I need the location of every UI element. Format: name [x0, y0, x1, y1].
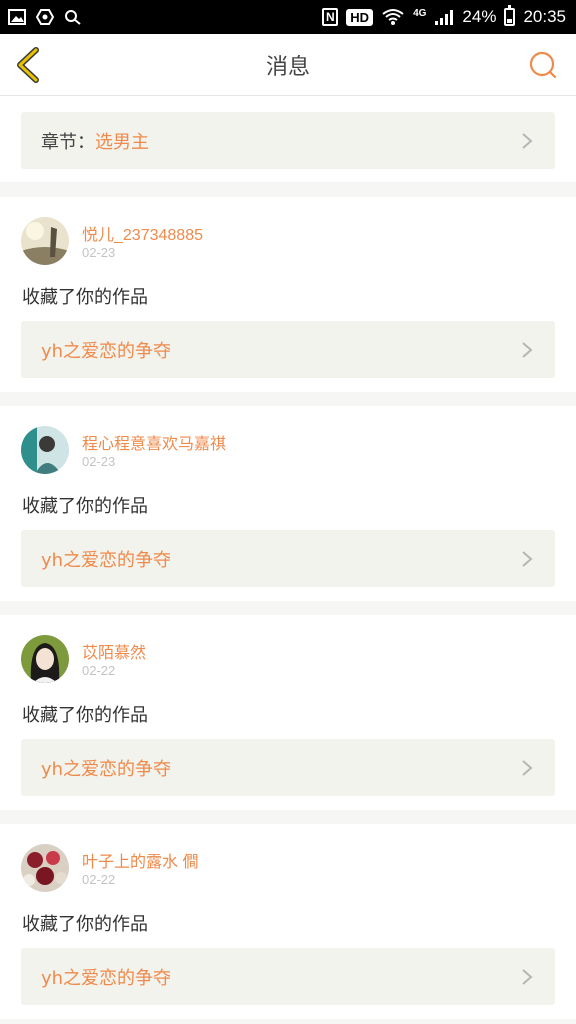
work-link[interactable]: yh之爱恋的争夺 [21, 321, 555, 378]
message-item: 叶子上的露水 僴 02-22 收藏了你的作品 yh之爱恋的争夺 [0, 824, 576, 1019]
username[interactable]: 叶子上的露水 僴 [82, 848, 198, 872]
message-item: 苡陌慕然 02-22 收藏了你的作品 yh之爱恋的争夺 [0, 615, 576, 810]
clock: 20:35 [523, 7, 566, 26]
work-title: yh之爱恋的争夺 [41, 967, 172, 989]
message-date: 02-22 [82, 872, 116, 887]
work-link[interactable]: yh之爱恋的争夺 [21, 530, 555, 587]
top-nav-bar: 消息 [0, 34, 576, 96]
chapter-value: 选男主 [95, 131, 149, 153]
back-button[interactable] [12, 46, 48, 84]
chevron-right-icon [522, 551, 533, 567]
message-action: 收藏了你的作品 [22, 705, 148, 726]
signal-icon [435, 10, 454, 25]
message-action: 收藏了你的作品 [22, 287, 148, 308]
battery-icon [504, 5, 516, 26]
username[interactable]: 程心程意喜欢马嘉祺 [82, 430, 226, 454]
wifi-icon [382, 9, 404, 25]
search-notification-icon [65, 10, 81, 25]
work-link[interactable]: yh之爱恋的争夺 [21, 948, 555, 1005]
message-action: 收藏了你的作品 [22, 496, 148, 517]
avatar[interactable] [21, 844, 69, 892]
chapter-label: 章节： [41, 131, 95, 153]
message-action: 收藏了你的作品 [22, 914, 148, 935]
chapter-section: 章节： 选男主 [0, 96, 576, 182]
avatar[interactable] [21, 635, 69, 683]
gallery-icon [8, 9, 26, 25]
chevron-right-icon [522, 969, 533, 985]
chevron-right-icon [522, 760, 533, 776]
hd-badge: HD [346, 8, 374, 26]
work-link[interactable]: yh之爱恋的争夺 [21, 739, 555, 796]
status-bar: N HD 4G 24% 20:35 [0, 0, 576, 34]
avatar[interactable] [21, 217, 69, 265]
settings-hex-icon [36, 9, 54, 25]
battery-percent: 24% [462, 7, 497, 26]
search-icon[interactable] [528, 50, 558, 80]
work-title: yh之爱恋的争夺 [41, 340, 172, 362]
work-title: yh之爱恋的争夺 [41, 758, 172, 780]
message-item: 悦儿_237348885 02-23 收藏了你的作品 yh之爱恋的争夺 [0, 197, 576, 392]
network-type: 4G [413, 7, 427, 19]
chevron-right-icon [522, 342, 533, 358]
page-title: 消息 [265, 54, 310, 80]
message-date: 02-23 [82, 454, 116, 469]
work-title: yh之爱恋的争夺 [41, 549, 172, 571]
username[interactable]: 苡陌慕然 [82, 639, 146, 663]
message-item: 程心程意喜欢马嘉祺 02-23 收藏了你的作品 yh之爱恋的争夺 [0, 406, 576, 601]
message-date: 02-23 [82, 245, 116, 260]
chevron-right-icon [522, 133, 533, 149]
avatar[interactable] [21, 426, 69, 474]
chapter-link[interactable]: 章节： 选男主 [21, 112, 555, 169]
username[interactable]: 悦儿_237348885 [82, 221, 203, 245]
message-date: 02-22 [82, 663, 116, 678]
nfc-icon: N [322, 8, 339, 26]
